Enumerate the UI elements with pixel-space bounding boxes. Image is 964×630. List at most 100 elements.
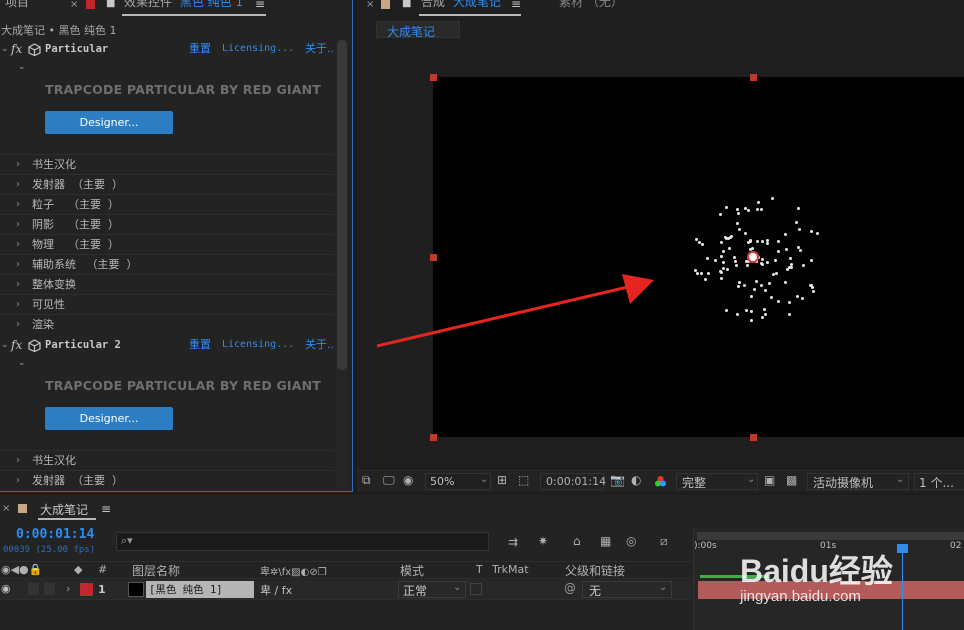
color-channels-icon[interactable] — [654, 475, 667, 491]
always-preview-icon[interactable]: ⧉ — [362, 473, 371, 488]
effects-scrollbar-thumb[interactable] — [337, 40, 347, 370]
close-icon[interactable]: × — [2, 503, 10, 514]
work-area-bar[interactable] — [697, 532, 964, 540]
chevron-right-icon[interactable]: › — [16, 295, 20, 314]
show-snapshot-icon[interactable]: ◐ — [631, 473, 641, 487]
chevron-down-icon[interactable]: ⌄ — [1, 40, 9, 58]
fast-preview-icon[interactable]: ▣ — [764, 473, 775, 487]
emitter-anchor-icon[interactable] — [747, 251, 759, 263]
close-icon[interactable]: × — [366, 0, 374, 10]
effect-group-row[interactable]: › 整体变换 — [0, 274, 334, 294]
pickwhip-icon[interactable]: @ — [564, 581, 576, 595]
panel-menu-icon[interactable]: ≡ — [511, 0, 521, 11]
shy-layers-icon[interactable]: ⌂ — [573, 534, 581, 548]
effect-group-row[interactable]: › 粒子 （主要 ） — [0, 194, 334, 214]
fx-icon[interactable]: fx — [11, 336, 22, 354]
layer-name-field[interactable]: [黑色 纯色 1] — [146, 581, 254, 598]
motion-blur-icon[interactable]: ◎ — [626, 534, 636, 548]
effect-group-row[interactable]: › 发射器 （主要 ） — [0, 470, 334, 488]
effect-about-link[interactable]: 关于... — [305, 336, 334, 354]
solo-toggle[interactable] — [28, 583, 39, 595]
timeline-current-time[interactable]: 0:00:01:14 — [16, 527, 94, 542]
transform-handle[interactable] — [430, 434, 437, 441]
fit-grid-icon[interactable]: ⊞ — [497, 473, 507, 487]
col-trkmat[interactable]: TrkMat — [492, 563, 529, 576]
effect-header-particular[interactable]: ⌄ fx Particular 重置 Licensing... 关于... — [0, 40, 334, 58]
designer-button[interactable]: Designer... — [45, 407, 173, 430]
mask-visibility-icon[interactable]: ◉ — [403, 473, 413, 487]
layer-mode-dropdown[interactable]: 正常 ⌄ — [398, 581, 466, 598]
chevron-right-icon[interactable]: › — [16, 175, 20, 194]
zoom-dropdown[interactable]: 50% ⌄ — [425, 473, 491, 490]
effect-reset-link[interactable]: 重置 — [189, 40, 211, 58]
timeline-search-input[interactable]: ⌕▾ — [116, 532, 489, 551]
transform-handle[interactable] — [430, 254, 437, 261]
panel-menu-icon[interactable]: ≡ — [255, 0, 265, 11]
visibility-eye-icon[interactable]: ◉ — [1, 582, 11, 595]
parent-dropdown[interactable]: 无 ⌄ — [582, 581, 672, 598]
designer-button[interactable]: Designer... — [45, 111, 173, 134]
chevron-down-icon[interactable]: ⌄ — [18, 358, 26, 368]
effect-group-row[interactable]: › 渲染 — [0, 314, 334, 334]
chevron-right-icon[interactable]: › — [16, 195, 20, 214]
effect-group-row[interactable]: › 辅助系统 （主要 ） — [0, 254, 334, 274]
timeline-comp-tab[interactable]: 大成笔记 — [40, 501, 88, 518]
region-of-interest-icon[interactable]: ⬚ — [518, 473, 529, 487]
current-time-field[interactable]: 0:00:01:14 — [540, 473, 606, 490]
trkmat-box[interactable] — [470, 583, 482, 595]
chevron-down-icon[interactable]: ⌄ — [1, 336, 9, 354]
effect-reset-link[interactable]: 重置 — [189, 336, 211, 354]
chevron-right-icon[interactable]: › — [16, 215, 20, 234]
col-layer-name[interactable]: 图层名称 — [132, 562, 180, 579]
effect-group-row[interactable]: › 发射器 （主要 ） — [0, 174, 334, 194]
chevron-right-icon[interactable]: › — [16, 155, 20, 174]
lock-icon[interactable]: ■ — [402, 0, 411, 9]
tab-effect-controls[interactable]: 效果控件 黑色 纯色 1 — [124, 0, 243, 13]
effect-about-link[interactable]: 关于... — [305, 40, 334, 58]
chevron-right-icon[interactable]: › — [16, 275, 20, 294]
layer-label-color[interactable] — [80, 583, 93, 596]
transparency-grid-icon[interactable]: ▩ — [786, 473, 797, 487]
tab-footage[interactable]: 素材 （无） — [559, 0, 623, 13]
comp-flowchart-icon[interactable]: ⇉ — [508, 535, 518, 549]
panel-menu-icon[interactable]: ≡ — [101, 502, 111, 516]
layer-switches[interactable]: 卑 ∕ fx — [260, 582, 292, 598]
effect-group-row[interactable]: › 书生汉化 — [0, 450, 334, 470]
lock-icon[interactable]: ■ — [106, 0, 115, 9]
chevron-right-icon[interactable]: › — [16, 471, 20, 490]
effect-group-row[interactable]: › 书生汉化 — [0, 154, 334, 174]
chevron-right-icon[interactable]: › — [16, 315, 20, 334]
effect-licensing-link[interactable]: Licensing... — [222, 40, 294, 58]
comp-name-tag[interactable]: 大成笔记 — [376, 21, 460, 39]
table-row[interactable]: ◉ › 1 [黑色 纯色 1] 卑 ∕ fx 正常 ⌄ @ 无 ⌄ — [0, 580, 692, 600]
effect-header-particular-2[interactable]: ⌄ fx Particular 2 重置 Licensing... 关于... — [0, 336, 334, 354]
frame-blending-icon[interactable]: ▦ — [600, 534, 611, 548]
transform-handle[interactable] — [750, 434, 757, 441]
effect-group-row[interactable]: › 阴影 （主要 ） — [0, 214, 334, 234]
resolution-dropdown[interactable]: 完整 ⌄ — [676, 473, 758, 490]
camera-dropdown[interactable]: 活动摄像机 ⌄ — [807, 473, 909, 490]
transform-handle[interactable] — [430, 74, 437, 81]
chevron-down-icon[interactable]: ⌄ — [18, 62, 26, 72]
draft-3d-icon[interactable]: ✷ — [538, 534, 548, 548]
fx-icon[interactable]: fx — [11, 40, 22, 58]
chevron-right-icon[interactable]: › — [66, 582, 70, 595]
monitor-icon[interactable]: 🖵 — [383, 473, 395, 488]
tab-project[interactable]: 项目 — [5, 0, 29, 13]
effect-group-row[interactable]: › 物理 （主要 ） — [0, 234, 334, 254]
chevron-right-icon[interactable]: › — [16, 451, 20, 470]
col-parent[interactable]: 父级和链接 — [565, 562, 625, 579]
chevron-right-icon[interactable]: › — [16, 235, 20, 254]
close-icon[interactable]: × — [70, 0, 78, 10]
effect-licensing-link[interactable]: Licensing... — [222, 336, 294, 354]
effect-group-row[interactable]: › 可见性 — [0, 294, 334, 314]
graph-editor-icon[interactable]: ⧄ — [660, 534, 668, 549]
comp-viewer-canvas[interactable] — [433, 77, 964, 437]
views-dropdown[interactable]: 1 个... — [914, 473, 964, 490]
lock-toggle[interactable] — [44, 583, 55, 595]
camera-snapshot-icon[interactable]: 📷 — [610, 473, 625, 487]
chevron-right-icon[interactable]: › — [16, 255, 20, 274]
col-mode[interactable]: 模式 — [400, 562, 424, 579]
transform-handle[interactable] — [750, 74, 757, 81]
tab-composition[interactable]: 合成 大成笔记 — [421, 0, 501, 13]
